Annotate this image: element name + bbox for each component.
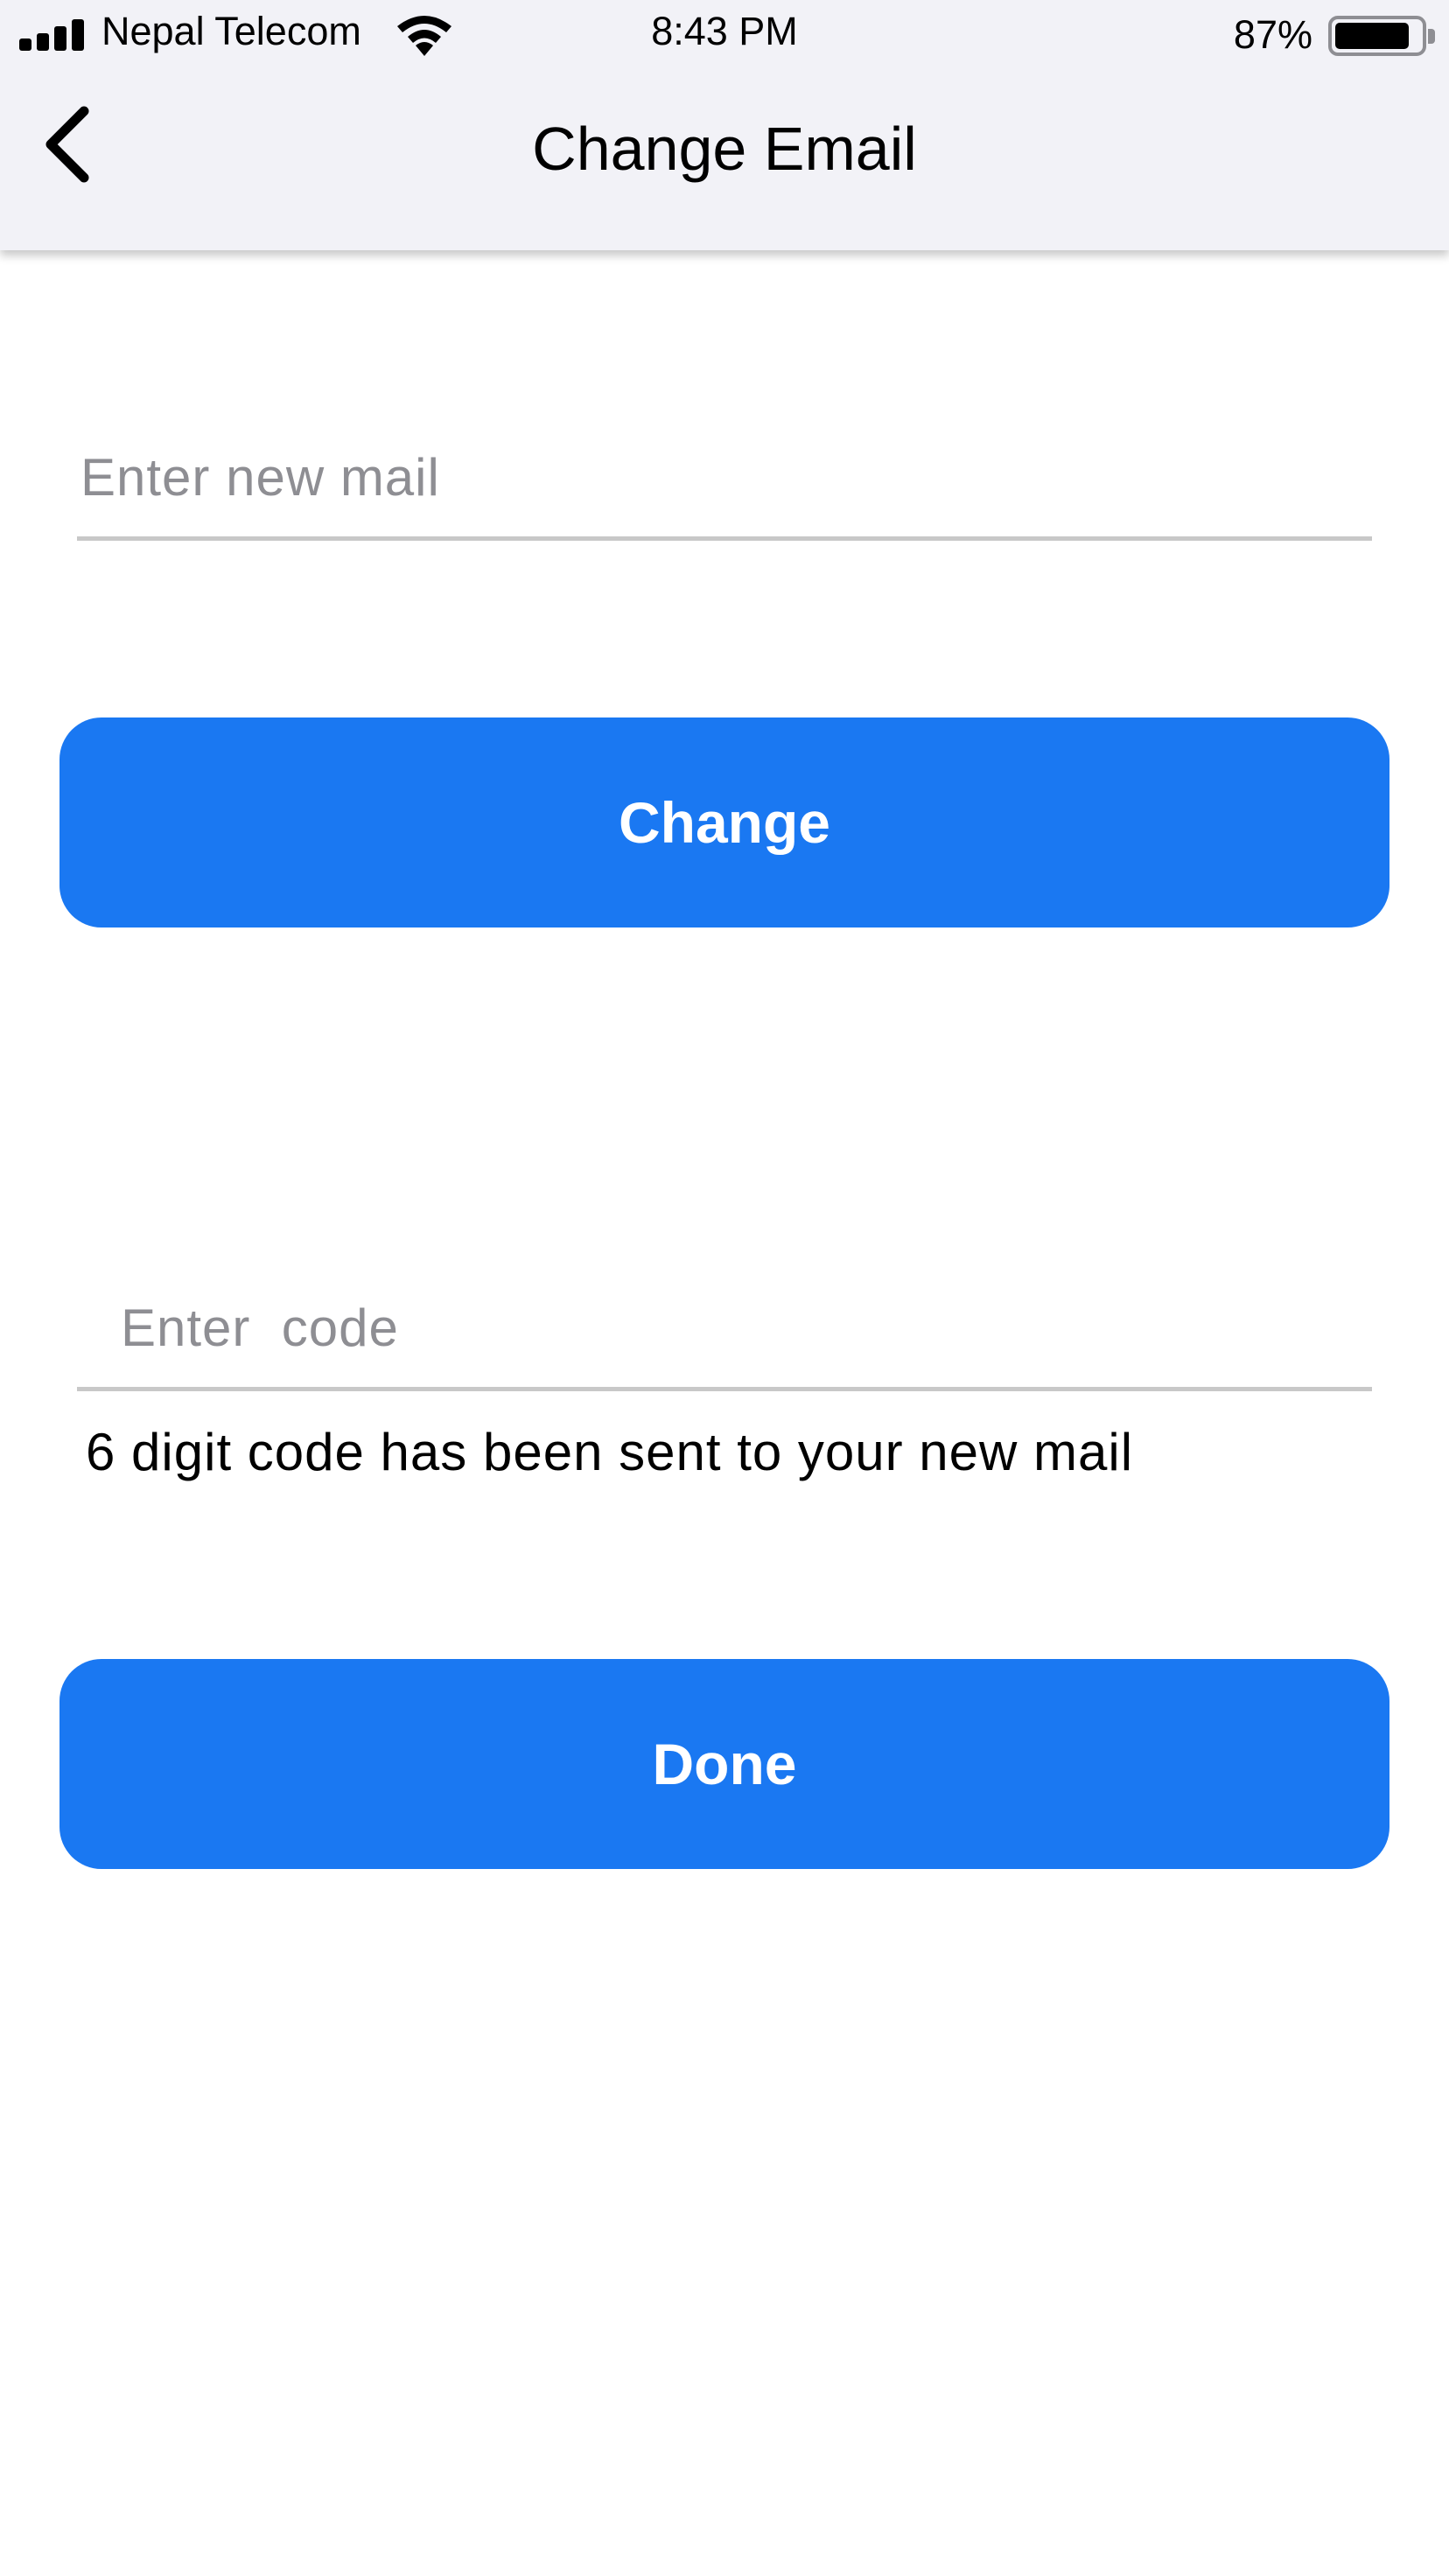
back-button[interactable] (35, 101, 114, 188)
battery-percentage: 87% (1233, 12, 1312, 57)
chevron-left-icon (46, 106, 89, 183)
navigation-bar: Change Email (0, 66, 1449, 250)
battery-level (1335, 23, 1409, 49)
battery-icon (1328, 16, 1426, 56)
code-field[interactable] (77, 1269, 1372, 1391)
status-bar: Nepal Telecom 8:43 PM 87% (0, 0, 1449, 66)
email-field[interactable] (77, 418, 1372, 541)
status-time: 8:43 PM (651, 9, 798, 53)
top-bar: Nepal Telecom 8:43 PM 87% Change Email (0, 0, 1449, 250)
page-title: Change Email (532, 115, 917, 183)
verification-code-input[interactable] (77, 1269, 1372, 1387)
code-sent-hint: 6 digit code has been sent to your new m… (86, 1423, 1134, 1481)
change-email-screen: Nepal Telecom 8:43 PM 87% Change Email E… (0, 0, 1449, 2576)
change-button[interactable]: Change (60, 718, 1390, 928)
done-button[interactable]: Done (60, 1659, 1390, 1869)
new-email-input[interactable] (77, 418, 1372, 536)
battery-cap (1428, 29, 1435, 44)
